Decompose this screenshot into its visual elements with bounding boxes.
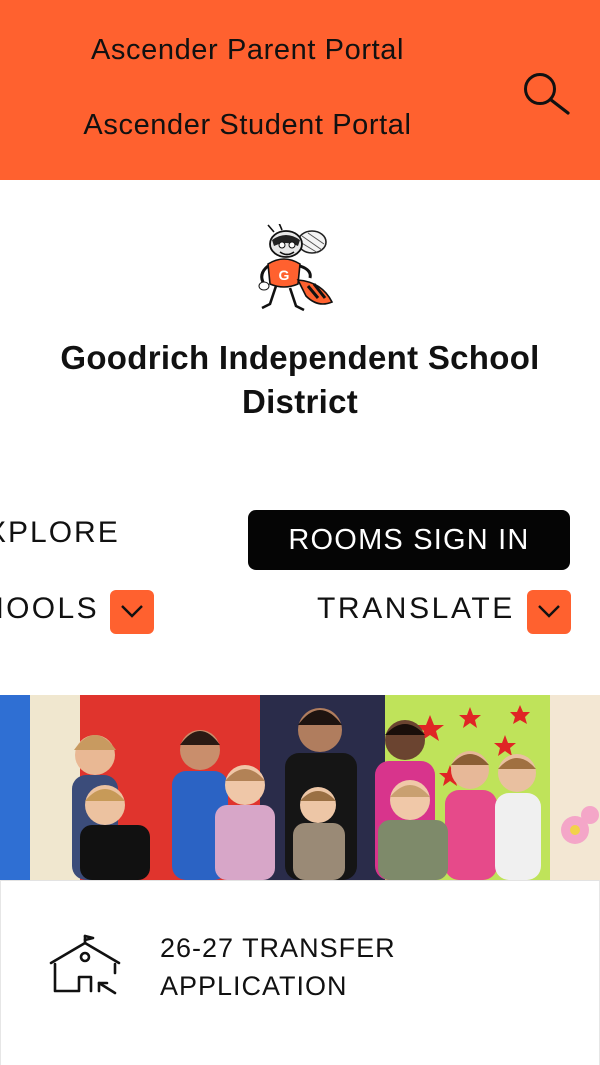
card-label: 26-27 TRANSFER APPLICATION xyxy=(160,929,540,1005)
hero-group-photo xyxy=(0,695,600,880)
chevron-down-icon xyxy=(121,605,143,618)
card-label-line-2: APPLICATION xyxy=(160,971,348,1001)
explore-menu[interactable]: XPLORE xyxy=(0,516,120,550)
schools-dropdown-button[interactable] xyxy=(110,590,154,634)
transfer-application-card[interactable]: 26-27 TRANSFER APPLICATION xyxy=(0,880,600,1050)
student-portal-link[interactable]: Ascender Student Portal xyxy=(0,109,495,142)
school-building-icon xyxy=(49,934,121,995)
district-logo[interactable]: G xyxy=(252,222,348,316)
chevron-down-icon xyxy=(538,605,560,618)
svg-text:G: G xyxy=(279,267,290,283)
next-card-edge xyxy=(0,1049,600,1065)
parent-portal-link[interactable]: Ascender Parent Portal xyxy=(0,34,495,67)
schools-menu[interactable]: HOOLS xyxy=(0,592,99,626)
translate-menu[interactable]: TRANSLATE xyxy=(317,592,515,626)
top-bar: Ascender Parent Portal Ascender Student … xyxy=(0,0,600,180)
district-name: Goodrich Independent School District xyxy=(60,339,540,420)
search-icon[interactable] xyxy=(518,68,574,118)
rooms-sign-in-button[interactable]: ROOMS SIGN IN xyxy=(248,510,570,570)
translate-dropdown-button[interactable] xyxy=(527,590,571,634)
card-label-line-1: 26-27 TRANSFER xyxy=(160,933,396,963)
